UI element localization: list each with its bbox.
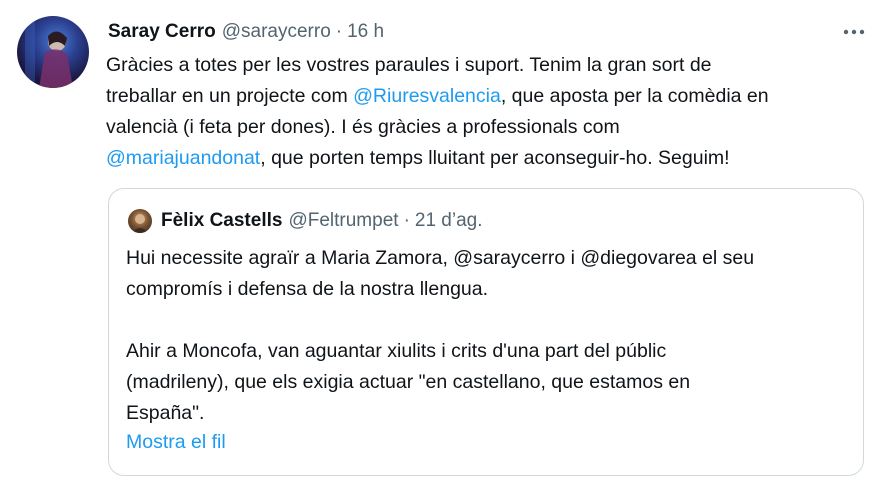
mention-link-riuresvalencia[interactable]: @Riuresvalencia [353,85,501,107]
quoted-avatar-photo-icon [132,214,148,233]
author-name[interactable]: Saray Cerro [108,21,216,43]
author-handle[interactable]: @saraycerro [222,21,331,43]
tweet[interactable]: Saray Cerro @saraycerro · 16 h Gràcies a… [0,0,892,495]
show-thread-link[interactable]: Mostra el fil [126,431,226,454]
quoted-tweet[interactable]: Fèlix Castells @Feltrumpet · 21 d’ag. Hu… [108,188,864,476]
mention-link-mariajuandonat[interactable]: @mariajuandonat [106,147,260,169]
tweet-text-line: treballar en un projecte com @Riuresvale… [106,85,769,107]
tweet-text: Gràcies a totes per les vostres paraules… [106,50,876,174]
tweet-text-line: Gràcies a totes per les vostres paraules… [106,54,712,76]
quoted-text-line: Hui necessite agraïr a Maria Zamora, @sa… [126,247,755,269]
quoted-tweet-header: Fèlix Castells @Feltrumpet · 21 d’ag. [161,209,483,233]
more-dots-icon [843,29,865,35]
tweet-header: Saray Cerro @saraycerro · 16 h [108,20,384,44]
separator-dot: · [335,21,343,42]
more-options-button[interactable] [840,18,868,46]
quoted-author-name: Fèlix Castells [161,210,283,231]
author-avatar[interactable] [17,16,89,88]
quoted-text-line: Ahir a Moncofa, van aguantar xiulits i c… [126,340,667,362]
quoted-text-line: compromís i defensa de la nostra llengua… [126,278,489,300]
quoted-author-handle: @Feltrumpet [288,210,399,231]
avatar-photo-icon [25,22,73,88]
quoted-tweet-text: Hui necessite agraïr a Maria Zamora, @sa… [126,243,851,429]
tweet-timestamp[interactable]: 16 h [347,21,384,43]
tweet-text-line: valencià (i feta per dones). I és gràcie… [106,116,620,138]
quoted-text-line: (madrileny), que els exigia actuar "en c… [126,371,691,393]
quoted-tweet-timestamp: 21 d’ag. [414,210,483,231]
quoted-text-line: España". [126,402,205,424]
quoted-author-avatar [128,209,152,233]
tweet-text-line: @mariajuandonat, que porten temps lluita… [106,147,730,169]
separator-dot: · [403,210,410,231]
